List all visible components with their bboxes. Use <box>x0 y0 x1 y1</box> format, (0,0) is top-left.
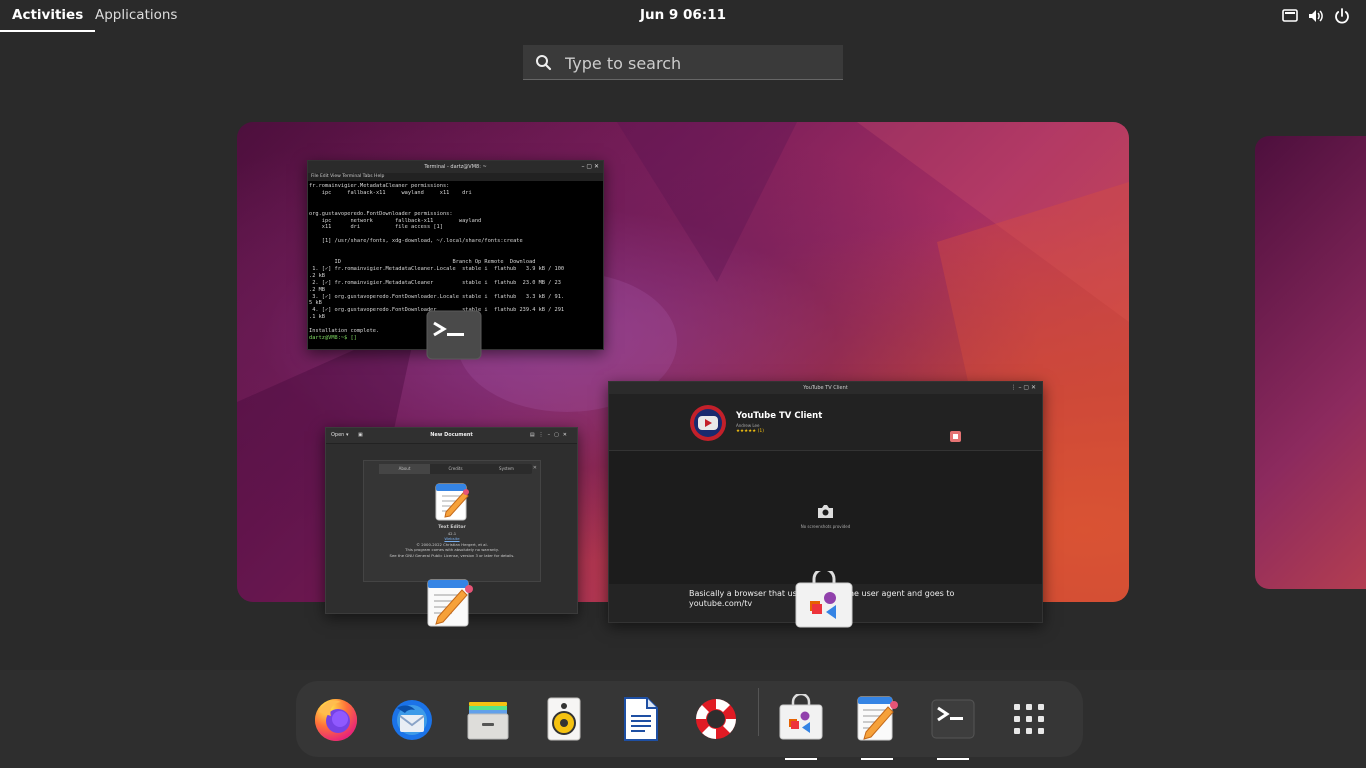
rhythmbox-icon[interactable] <box>539 694 589 744</box>
terminal-line: 3. [✓] org.gustavoperedo.FontDownloader.… <box>312 293 565 300</box>
clock[interactable]: Jun 9 06:11 <box>0 0 1366 31</box>
terminal-title: Terminal - dartz@VM8: ~ <box>424 164 487 170</box>
text-editor-app-icon[interactable] <box>425 577 475 629</box>
tab-system[interactable]: System <box>481 464 532 474</box>
window-controls-icon[interactable]: – ▢ ✕ <box>581 161 599 173</box>
terminal-menubar[interactable]: File Edit View Terminal Tabs Help <box>308 173 603 181</box>
terminal-line: x11 dri file access [1] <box>321 224 443 231</box>
terminal-line: ID Branch Op Remote Download <box>334 258 536 265</box>
software-headerbar[interactable]: YouTube TV Client ⋮ – ▢ ✕ <box>609 382 1042 394</box>
terminal-line: ipc network fallback-x11 wayland <box>321 217 482 224</box>
window-controls-icon[interactable]: ⋮ – ▢ ✕ <box>1011 382 1036 394</box>
text-editor-headerbar[interactable]: Open ▾ ▣ New Document ▤⋮–▢✕ <box>326 428 577 444</box>
youtube-tv-icon <box>690 405 726 441</box>
text-editor-icon[interactable] <box>852 694 902 744</box>
volume-icon[interactable] <box>1307 7 1325 25</box>
terminal-prompt: dartz@VM8:~$ [] <box>309 334 357 341</box>
software-app-icon[interactable] <box>794 571 854 629</box>
window-controls-icon[interactable]: ▤⋮–▢✕ <box>530 428 571 443</box>
activities-button[interactable]: Activities <box>0 0 96 32</box>
remove-button[interactable] <box>950 431 961 442</box>
next-workspace-thumbnail[interactable] <box>1255 136 1366 589</box>
no-screenshots-text: No screenshots provided <box>800 524 851 529</box>
terminal-line: 1. [✓] fr.romainvigier.MetadataCleaner.L… <box>312 265 565 272</box>
terminal-line: .2 MB <box>309 286 325 293</box>
show-apps-grid-icon[interactable] <box>1004 694 1054 744</box>
search-box[interactable] <box>523 45 843 81</box>
running-indicator <box>937 758 969 760</box>
thunderbird-icon[interactable] <box>387 694 437 744</box>
help-icon[interactable] <box>691 694 741 744</box>
app-rating: ★★★★★ (1) <box>736 429 764 434</box>
terminal-line: fr.romainvigier.MetadataCleaner permissi… <box>309 183 450 189</box>
terminal-line: ipc fallback-x11 wayland x11 dri <box>321 189 472 196</box>
terminal-line: Installation complete. <box>309 328 380 335</box>
terminal-icon[interactable] <box>928 694 978 744</box>
running-indicator <box>861 758 893 760</box>
tab-about[interactable]: About <box>379 464 430 474</box>
about-tabs[interactable]: About Credits System <box>379 464 532 474</box>
terminal-line: org.gustavoperedo.FontDownloader permiss… <box>309 210 453 217</box>
app-developer: Andrew Lee <box>736 423 760 428</box>
files-icon[interactable] <box>463 694 513 744</box>
screen-icon[interactable] <box>1281 7 1299 25</box>
applications-button[interactable]: Applications <box>83 0 189 32</box>
search-icon <box>536 55 552 71</box>
search-input[interactable] <box>563 45 837 81</box>
libreoffice-writer-icon[interactable] <box>615 694 665 744</box>
about-license: See the GNU General Public License, vers… <box>389 552 515 558</box>
close-icon[interactable]: ✕ <box>533 465 537 471</box>
terminal-line: .2 kB <box>309 272 325 279</box>
firefox-icon[interactable] <box>311 694 361 744</box>
text-editor-about-icon <box>435 483 469 521</box>
tab-credits[interactable]: Credits <box>430 464 481 474</box>
software-window-title: YouTube TV Client <box>803 385 848 391</box>
terminal-line: 2. [✓] fr.romainvigier.MetadataCleaner s… <box>312 279 561 286</box>
top-bar: Activities Applications Jun 9 06:11 <box>0 0 1366 32</box>
about-dialog: About Credits System ✕ Text Editor 42.1 … <box>363 460 541 582</box>
terminal-app-icon[interactable] <box>426 310 482 360</box>
running-indicator <box>785 758 817 760</box>
app-details-header: YouTube TV Client Andrew Lee ★★★★★ (1) <box>609 394 1042 451</box>
terminal-titlebar[interactable]: Terminal - dartz@VM8: ~ – ▢ ✕ <box>308 161 603 173</box>
power-icon[interactable] <box>1333 7 1351 25</box>
software-icon[interactable] <box>776 694 826 744</box>
terminal-line: .1 kB <box>309 314 325 321</box>
dash-separator <box>758 688 759 736</box>
terminal-line: 5 kB <box>309 300 322 307</box>
camera-icon <box>818 505 833 518</box>
app-name: YouTube TV Client <box>736 411 823 421</box>
terminal-line: [1] /usr/share/fonts, xdg-download, ~/.l… <box>321 238 523 245</box>
stop-icon <box>953 434 958 439</box>
